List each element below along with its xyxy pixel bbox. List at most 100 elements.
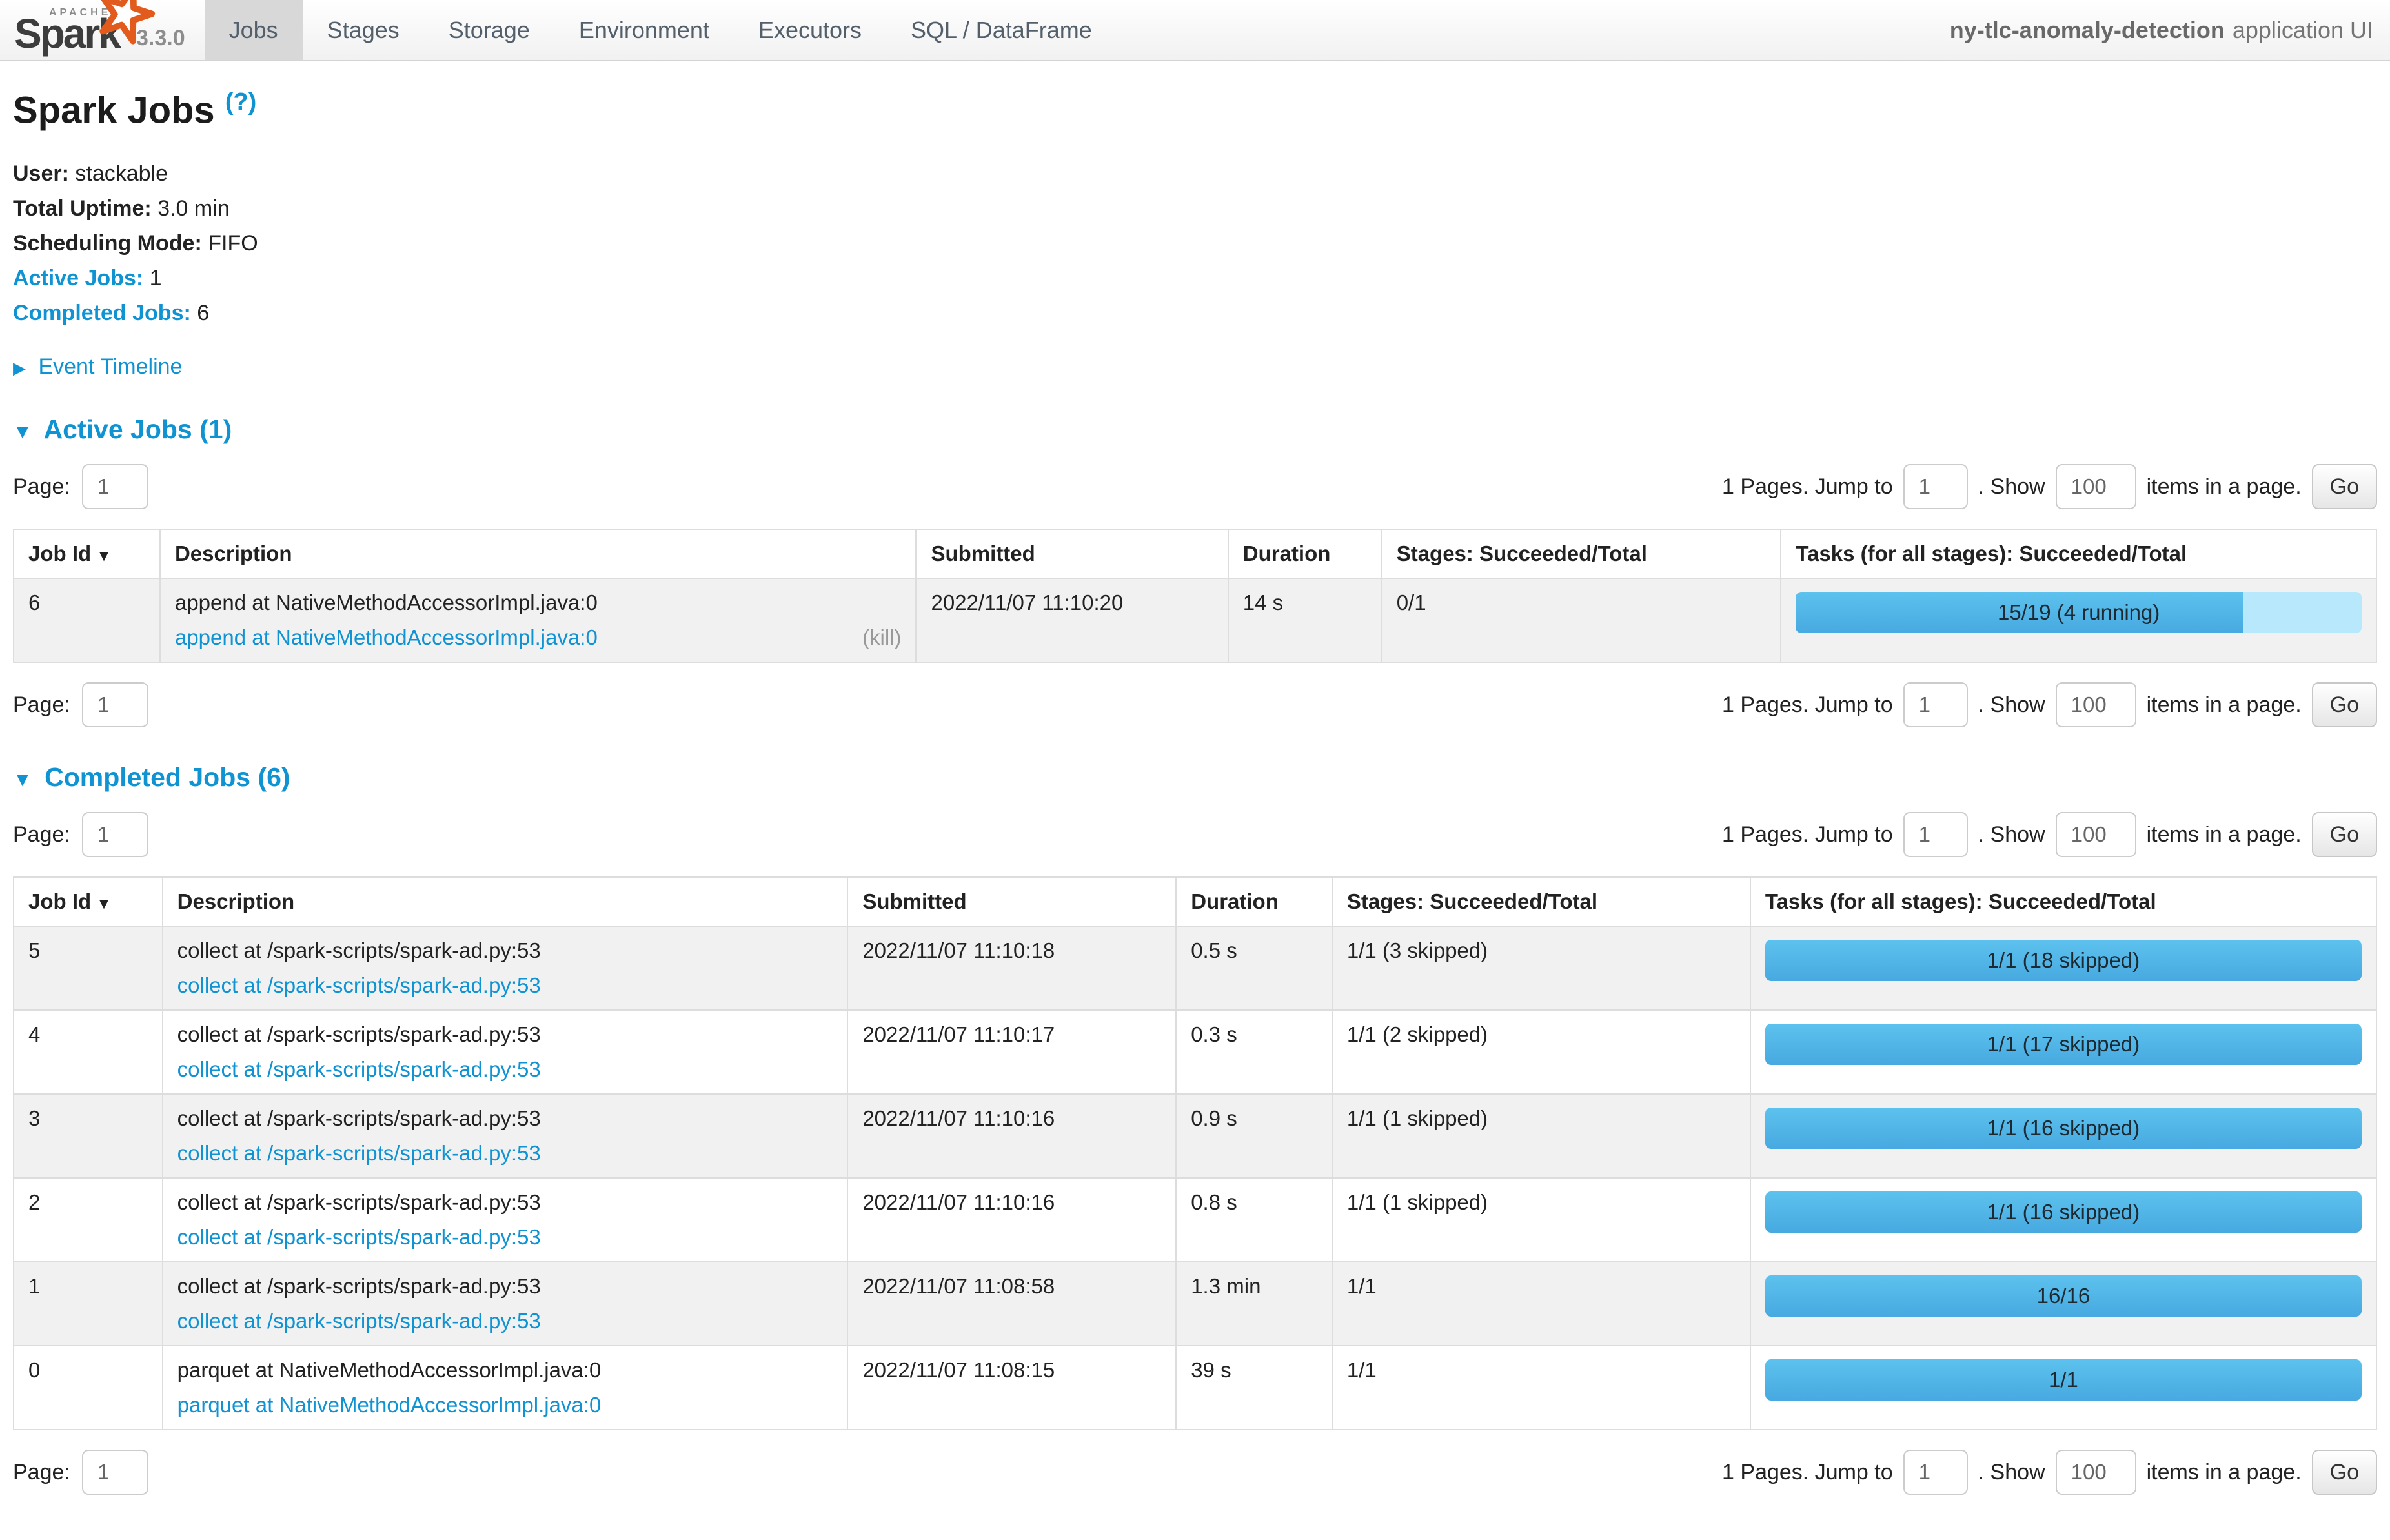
items-per-page-input[interactable]: [2056, 812, 2136, 857]
spark-logo[interactable]: APACHE Spark 3.3.0: [0, 0, 205, 60]
go-button[interactable]: Go: [2312, 812, 2377, 857]
event-timeline-toggle[interactable]: ▶ Event Timeline: [13, 354, 2377, 380]
expand-arrow-icon: ▶: [13, 358, 26, 378]
job-description-link[interactable]: collect at /spark-scripts/spark-ad.py:53: [177, 1057, 541, 1082]
column-header-tasks[interactable]: Tasks (for all stages): Succeeded/Total: [1781, 529, 2376, 578]
summary-user: User: stackable: [13, 161, 2377, 187]
progress-label: 1/1 (16 skipped): [1765, 1108, 2362, 1149]
column-header-description[interactable]: Description: [163, 877, 848, 926]
active-jobs-link[interactable]: Active Jobs:: [13, 266, 143, 290]
column-header-stages[interactable]: Stages: Succeeded/Total: [1382, 529, 1781, 578]
tab-executors[interactable]: Executors: [734, 0, 886, 60]
pages-jump-text: 1 Pages. Jump to: [1722, 474, 1893, 500]
jump-to-input[interactable]: [1903, 682, 1968, 727]
pagination-active-top: Page: 1 Pages. Jump to . Show items in a…: [13, 464, 2377, 509]
summary-block: User: stackable Total Uptime: 3.0 min Sc…: [13, 161, 2377, 326]
go-button[interactable]: Go: [2312, 464, 2377, 509]
progress-label: 16/16: [1765, 1275, 2362, 1317]
job-id-cell: 6: [14, 578, 160, 662]
table-row: 3 collect at /spark-scripts/spark-ad.py:…: [14, 1094, 2376, 1178]
table-row: 5 collect at /spark-scripts/spark-ad.py:…: [14, 926, 2376, 1010]
column-header-submitted[interactable]: Submitted: [916, 529, 1228, 578]
tab-storage[interactable]: Storage: [424, 0, 554, 60]
pages-jump-text: 1 Pages. Jump to: [1722, 693, 1893, 718]
jump-to-input[interactable]: [1903, 812, 1968, 857]
job-description-link[interactable]: collect at /spark-scripts/spark-ad.py:53: [177, 1225, 541, 1250]
items-per-page-input[interactable]: [2056, 464, 2136, 509]
duration-cell: 1.3 min: [1176, 1262, 1332, 1346]
job-description-cell: collect at /spark-scripts/spark-ad.py:53…: [163, 1178, 848, 1262]
duration-cell: 14 s: [1228, 578, 1382, 662]
job-id-cell: 1: [14, 1262, 163, 1346]
items-per-page-input[interactable]: [2056, 682, 2136, 727]
page-label: Page:: [13, 1460, 70, 1485]
stages-cell: 1/1: [1332, 1262, 1750, 1346]
job-description-cell: collect at /spark-scripts/spark-ad.py:53…: [163, 1094, 848, 1178]
job-description-link[interactable]: collect at /spark-scripts/spark-ad.py:53: [177, 973, 541, 998]
summary-uptime: Total Uptime: 3.0 min: [13, 196, 2377, 221]
tasks-progress-bar: 1/1 (16 skipped): [1765, 1108, 2362, 1149]
pagination-active-bottom: Page: 1 Pages. Jump to . Show items in a…: [13, 682, 2377, 727]
completed-jobs-count: 6: [197, 301, 209, 325]
show-text: . Show: [1978, 693, 2045, 718]
submitted-cell: 2022/11/07 11:08:15: [847, 1346, 1176, 1430]
column-header-tasks[interactable]: Tasks (for all stages): Succeeded/Total: [1750, 877, 2376, 926]
column-header-duration[interactable]: Duration: [1228, 529, 1382, 578]
column-header-job-id[interactable]: Job Id▼: [14, 877, 163, 926]
active-jobs-count: 1: [150, 266, 162, 290]
completed-jobs-link[interactable]: Completed Jobs:: [13, 301, 191, 325]
submitted-cell: 2022/11/07 11:10:18: [847, 926, 1176, 1010]
user-label: User:: [13, 161, 69, 186]
tasks-cell: 1/1: [1750, 1346, 2376, 1430]
column-header-job-id[interactable]: Job Id▼: [14, 529, 160, 578]
pages-jump-text: 1 Pages. Jump to: [1722, 822, 1893, 847]
tab-stages[interactable]: Stages: [303, 0, 424, 60]
tasks-progress-bar: 16/16: [1765, 1275, 2362, 1317]
go-button[interactable]: Go: [2312, 682, 2377, 727]
job-description-link[interactable]: collect at /spark-scripts/spark-ad.py:53: [177, 1309, 541, 1333]
duration-cell: 39 s: [1176, 1346, 1332, 1430]
tab-sql-dataframe[interactable]: SQL / DataFrame: [886, 0, 1117, 60]
job-id-cell: 4: [14, 1010, 163, 1094]
uptime-value: 3.0 min: [157, 196, 230, 221]
items-text: items in a page.: [2147, 474, 2302, 500]
jump-to-input[interactable]: [1903, 464, 1968, 509]
tab-jobs[interactable]: Jobs: [205, 0, 303, 60]
completed-jobs-table: Job Id▼ Description Submitted Duration S…: [13, 876, 2377, 1430]
progress-label: 1/1 (18 skipped): [1765, 940, 2362, 981]
go-button[interactable]: Go: [2312, 1450, 2377, 1495]
job-description-link[interactable]: append at NativeMethodAccessorImpl.java:…: [175, 625, 598, 650]
user-value: stackable: [75, 161, 168, 186]
items-text: items in a page.: [2147, 822, 2302, 847]
page-number-input[interactable]: [82, 812, 148, 857]
duration-cell: 0.8 s: [1176, 1178, 1332, 1262]
column-header-submitted[interactable]: Submitted: [847, 877, 1176, 926]
kill-link[interactable]: (kill): [862, 625, 901, 650]
column-header-description[interactable]: Description: [160, 529, 917, 578]
page-label: Page:: [13, 822, 70, 847]
job-description-link[interactable]: parquet at NativeMethodAccessorImpl.java…: [177, 1393, 602, 1417]
sort-desc-icon: ▼: [96, 895, 112, 913]
job-description-link[interactable]: collect at /spark-scripts/spark-ad.py:53: [177, 1141, 541, 1166]
tab-environment[interactable]: Environment: [554, 0, 734, 60]
tasks-cell: 16/16: [1750, 1262, 2376, 1346]
table-row: 0 parquet at NativeMethodAccessorImpl.ja…: [14, 1346, 2376, 1430]
tasks-progress-bar: 15/19 (4 running): [1796, 592, 2362, 633]
jump-to-input[interactable]: [1903, 1450, 1968, 1495]
job-description-text: parquet at NativeMethodAccessorImpl.java…: [177, 1358, 833, 1383]
help-link[interactable]: (?): [225, 88, 257, 116]
event-timeline-label: Event Timeline: [38, 354, 182, 379]
active-jobs-section-header[interactable]: ▼ Active Jobs (1): [13, 414, 2377, 445]
tasks-cell: 15/19 (4 running): [1781, 578, 2376, 662]
page-number-input[interactable]: [82, 682, 148, 727]
page-number-input[interactable]: [82, 1450, 148, 1495]
completed-jobs-section-header[interactable]: ▼ Completed Jobs (6): [13, 762, 2377, 793]
page-label: Page:: [13, 474, 70, 500]
pagination-completed-bottom: Page: 1 Pages. Jump to . Show items in a…: [13, 1450, 2377, 1495]
job-description-cell: append at NativeMethodAccessorImpl.java:…: [160, 578, 917, 662]
application-ui-suffix: application UI: [2233, 17, 2373, 44]
column-header-stages[interactable]: Stages: Succeeded/Total: [1332, 877, 1750, 926]
column-header-duration[interactable]: Duration: [1176, 877, 1332, 926]
items-per-page-input[interactable]: [2056, 1450, 2136, 1495]
page-number-input[interactable]: [82, 464, 148, 509]
